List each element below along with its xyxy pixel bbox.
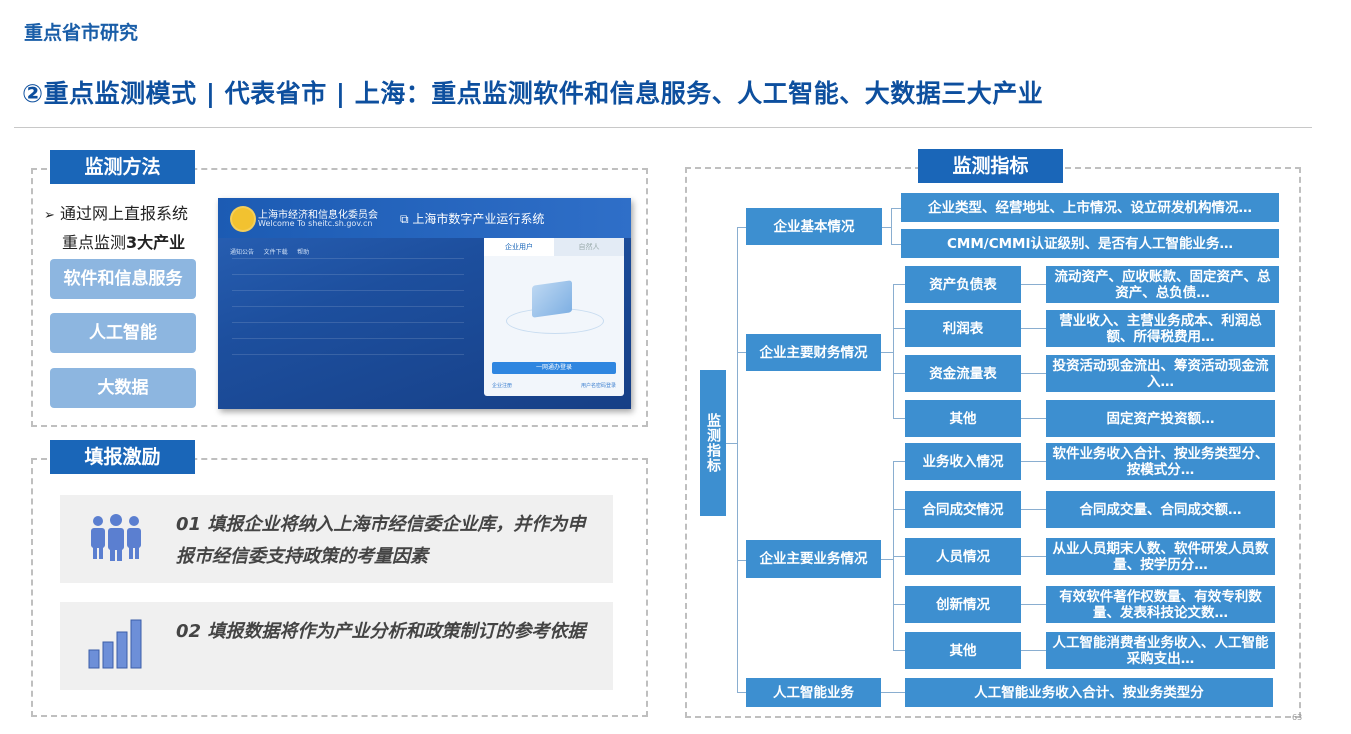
detail-basic-1: 企业类型、经营地址、上市情况、设立研发机构情况…: [901, 193, 1279, 222]
connector: [1021, 509, 1046, 510]
cube-illustration-icon: [532, 280, 572, 318]
list-divider: [232, 258, 464, 259]
list-divider: [232, 338, 464, 339]
biz-staff-detail: 从业人员期末人数、软件研发人员数量、按学历分…: [1046, 538, 1275, 575]
page-number: 63: [1292, 713, 1303, 722]
industry-ai: 人工智能: [50, 313, 196, 353]
connector: [1021, 604, 1046, 605]
biz-innovation: 创新情况: [905, 586, 1021, 623]
people-icon: [91, 514, 141, 561]
method-line1: 通过网上直报系统: [60, 204, 189, 223]
fin-other: 其他: [905, 400, 1021, 437]
connector: [737, 227, 738, 693]
connector: [1021, 284, 1046, 285]
fin-profit: 利润表: [905, 310, 1021, 347]
fin-cashflow: 资金流量表: [905, 355, 1021, 392]
connector: [893, 509, 905, 510]
method-desc: ➢ 通过网上直报系统 重点监测3大产业: [44, 200, 214, 256]
fin-balance: 资产负债表: [905, 266, 1021, 303]
incentive-text-1: 01 填报企业将纳入上海市经信委企业库，并作为申报市经信委支持政策的考量因素: [176, 514, 586, 567]
connector: [893, 461, 905, 462]
connector: [893, 328, 905, 329]
title-divider: [14, 127, 1312, 128]
gov-logo-icon: [230, 206, 256, 232]
connector: [893, 604, 905, 605]
list-divider: [232, 354, 464, 355]
arrow-bullet-icon: ➢: [44, 208, 55, 223]
connector: [1021, 328, 1046, 329]
biz-other: 其他: [905, 632, 1021, 669]
incentive-card-1: 01 填报企业将纳入上海市经信委企业库，并作为申报市经信委支持政策的考量因素: [60, 495, 613, 583]
list-divider: [232, 306, 464, 307]
connector: [893, 284, 894, 418]
tab-individual: 自然人: [554, 238, 624, 256]
connector: [1021, 418, 1046, 419]
biz-other-detail: 人工智能消费者业务收入、人工智能采购支出…: [1046, 632, 1275, 669]
connector: [891, 244, 901, 245]
login-button: 一网通办登录: [492, 362, 616, 374]
biz-contracts: 合同成交情况: [905, 491, 1021, 528]
connector: [891, 208, 892, 244]
connector: [893, 418, 905, 419]
bar-chart-icon: [88, 619, 142, 669]
fin-balance-detail: 流动资产、应收账款、固定资产、总资产、总负债…: [1046, 266, 1279, 303]
method-line2: 重点监测: [62, 233, 127, 252]
indicators-tag: 监测指标: [918, 149, 1063, 183]
fin-other-detail: 固定资产投资额…: [1046, 400, 1275, 437]
connector: [893, 556, 905, 557]
node-finance: 企业主要财务情况: [746, 334, 881, 371]
biz-contracts-detail: 合同成交量、合同成交额…: [1046, 491, 1275, 528]
incentive-text-2: 02 填报数据将作为产业分析和政策制订的参考依据: [176, 621, 586, 642]
biz-staff: 人员情况: [905, 538, 1021, 575]
connector: [1021, 373, 1046, 374]
password-login-link: 用户名密码登录: [580, 383, 616, 389]
register-link: 企业注册: [492, 383, 513, 389]
node-basic-info: 企业基本情况: [746, 208, 882, 245]
incentive-card-2: 02 填报数据将作为产业分析和政策制订的参考依据: [60, 602, 613, 690]
fin-profit-detail: 营业收入、主营业务成本、利润总额、所得税费用…: [1046, 310, 1275, 347]
tab-enterprise: 企业用户: [484, 238, 554, 256]
detail-basic-2: CMM/CMMI认证级别、是否有人工智能业务…: [901, 229, 1279, 258]
list-divider: [232, 274, 464, 275]
method-line2-bold: 3大产业: [126, 233, 186, 252]
node-business: 企业主要业务情况: [746, 540, 881, 578]
node-ai-business: 人工智能业务: [746, 678, 881, 707]
incentive-tag: 填报激励: [50, 440, 195, 474]
list-divider: [232, 290, 464, 291]
industry-software: 软件和信息服务: [50, 259, 196, 299]
system-screenshot: 上海市经济和信息化委员会 Welcome To sheitc.sh.gov.cn…: [218, 198, 631, 409]
connector: [881, 692, 905, 693]
indicators-root: 监测指标: [700, 370, 726, 516]
biz-revenue: 业务收入情况: [905, 443, 1021, 480]
biz-revenue-detail: 软件业务收入合计、按业务类型分、按模式分…: [1046, 443, 1275, 480]
connector: [1021, 461, 1046, 462]
connector: [893, 373, 905, 374]
connector: [891, 208, 901, 209]
ai-detail: 人工智能业务收入合计、按业务类型分: [905, 678, 1273, 707]
screenshot-site: Welcome To sheitc.sh.gov.cn: [258, 219, 373, 228]
connector: [737, 352, 746, 353]
connector: [1021, 556, 1046, 557]
biz-innovation-detail: 有效软件著作权数量、有效专利数量、发表科技论文数…: [1046, 586, 1275, 623]
fin-cashflow-detail: 投资活动现金流出、筹资活动现金流入…: [1046, 355, 1275, 392]
system-logo-icon: ⧉: [400, 212, 413, 226]
list-divider: [232, 322, 464, 323]
connector: [1021, 650, 1046, 651]
connector: [737, 227, 746, 228]
screenshot-nav: 通知公告 文件下载 帮助: [230, 249, 310, 256]
industry-bigdata: 大数据: [50, 368, 196, 408]
connector: [893, 650, 905, 651]
method-tag: 监测方法: [50, 150, 195, 184]
page-title: ②重点监测模式 | 代表省市 | 上海：重点监测软件和信息服务、人工智能、大数据…: [22, 79, 1044, 108]
section-label: 重点省市研究: [24, 22, 139, 44]
connector: [737, 692, 746, 693]
screenshot-system-name: ⧉ 上海市数字产业运行系统: [400, 212, 545, 226]
screenshot-login-box: 企业用户 自然人 一网通办登录 企业注册 用户名密码登录: [484, 238, 624, 396]
connector: [737, 560, 746, 561]
connector: [893, 284, 905, 285]
